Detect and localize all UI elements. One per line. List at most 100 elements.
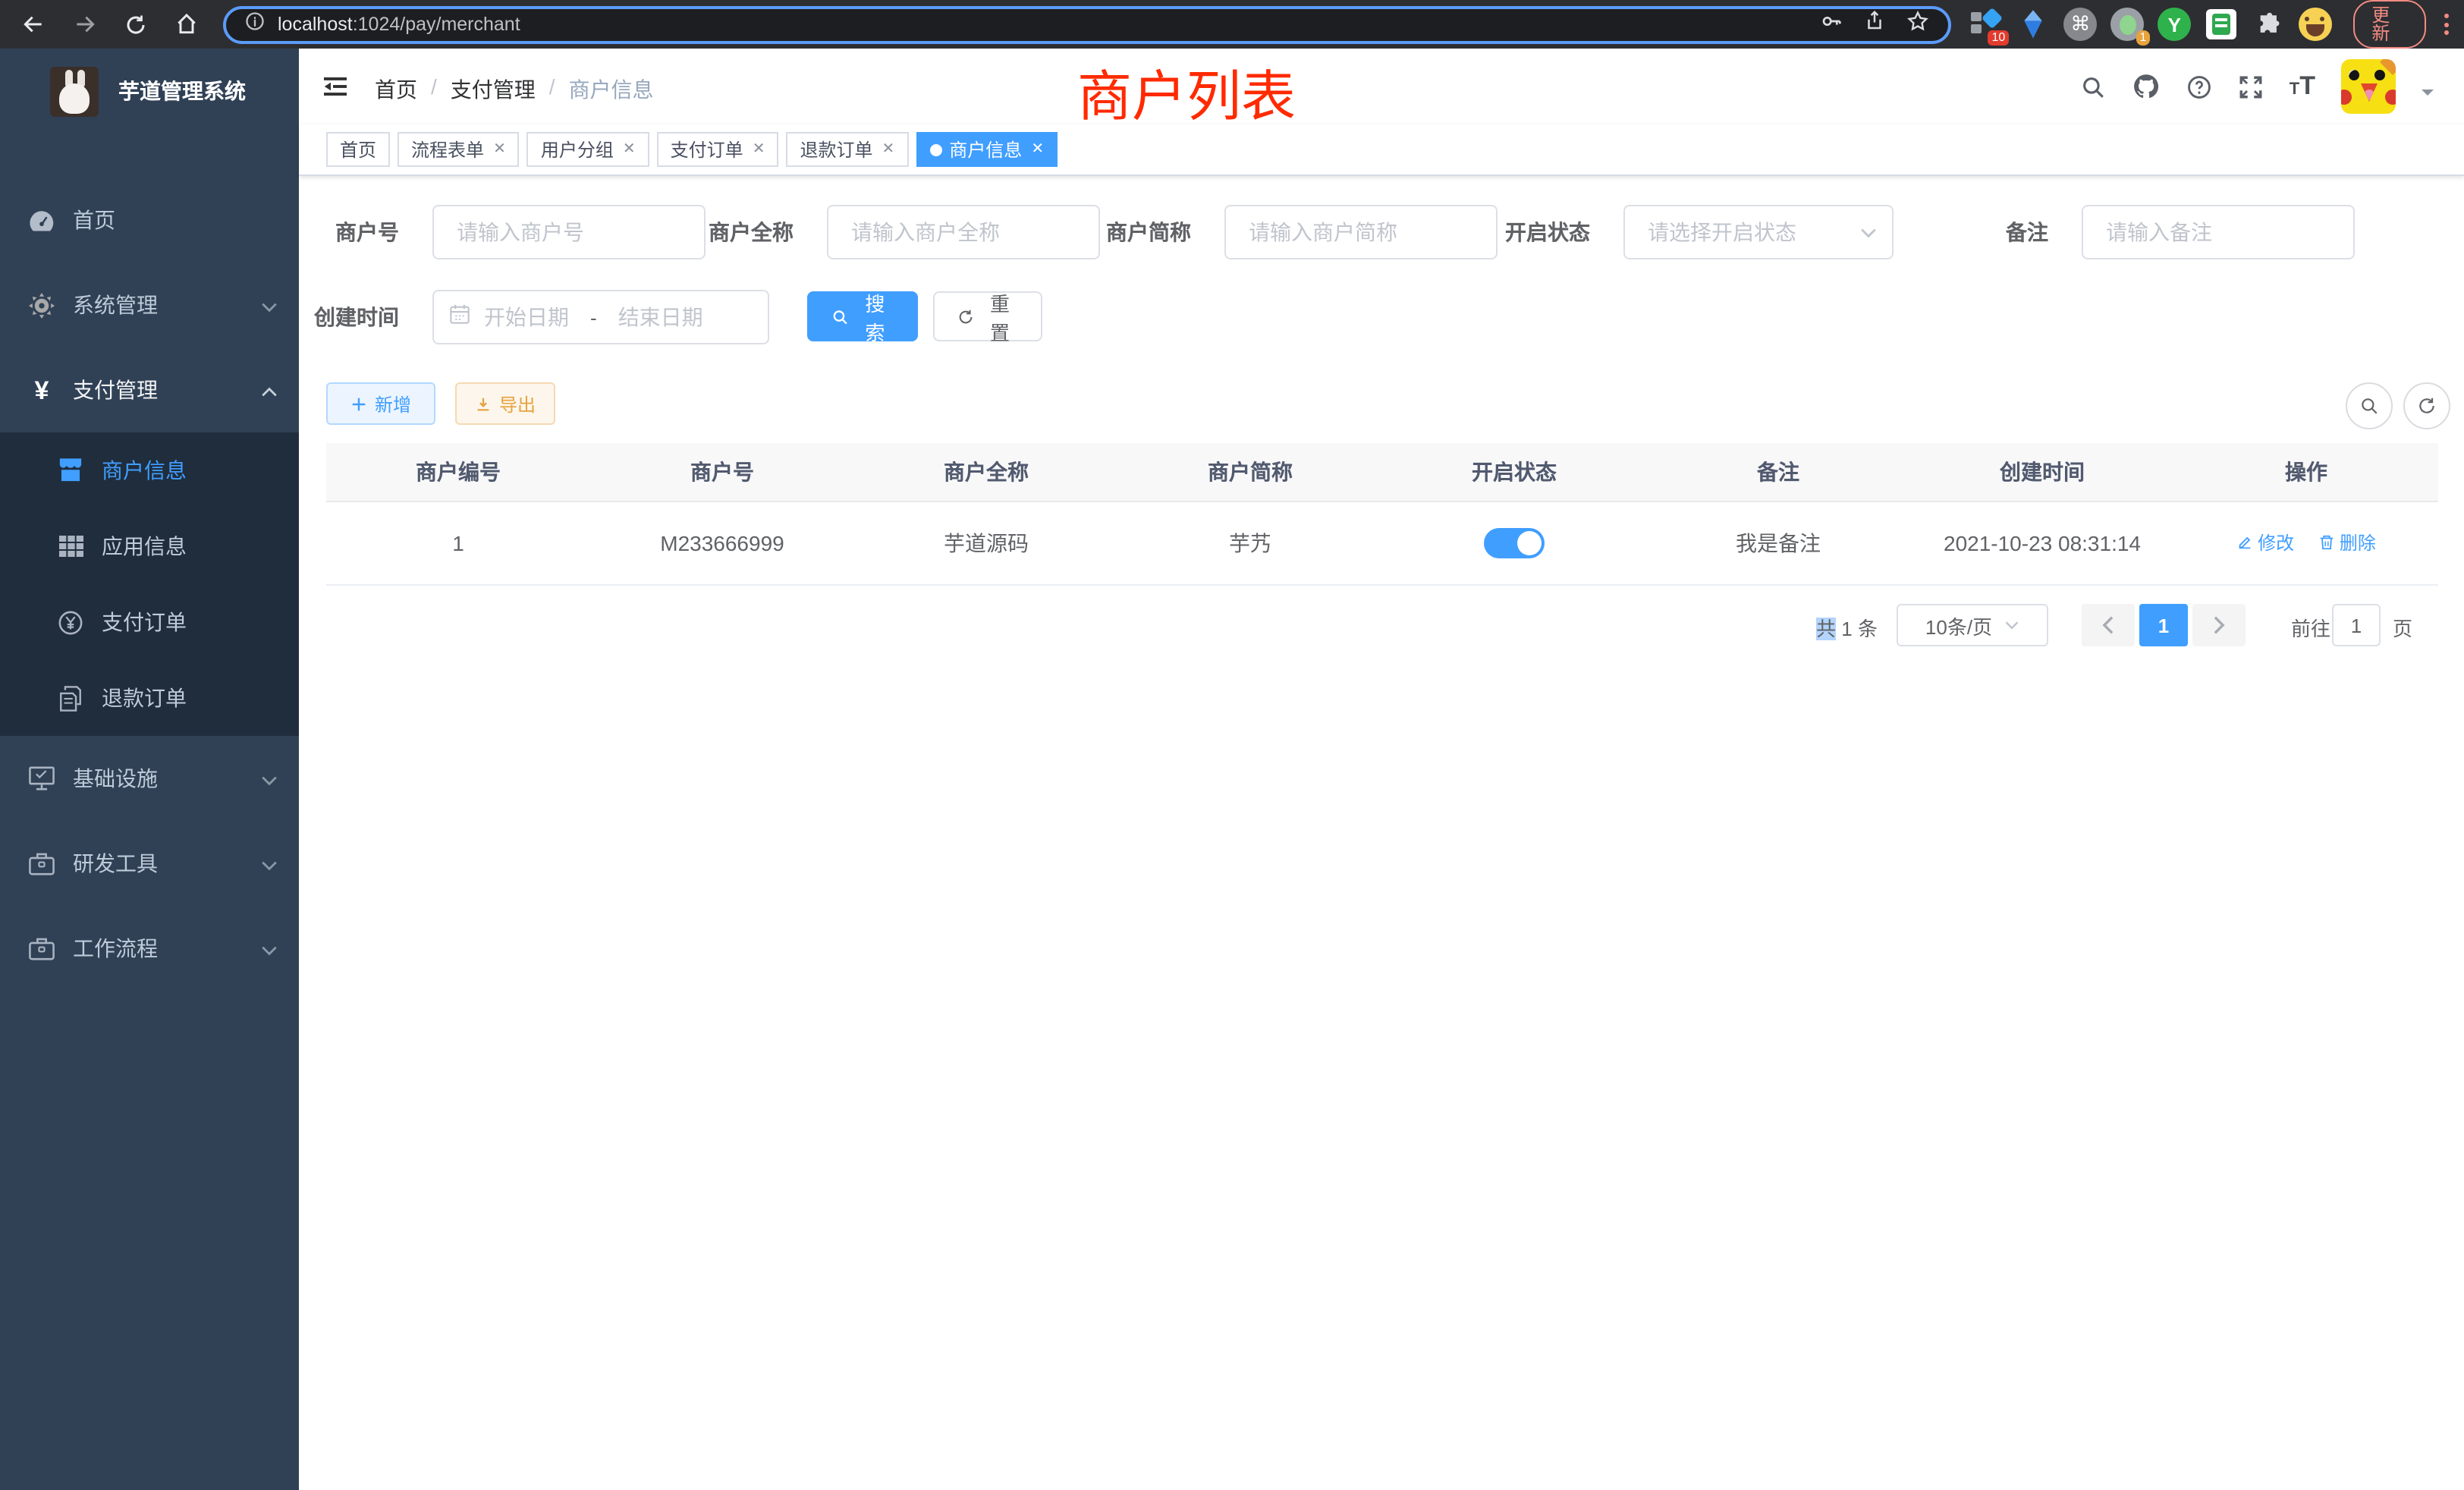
sidebar-menu: 首页 系统管理 ¥ 支付管理 [0, 178, 299, 991]
tab-home[interactable]: 首页 [326, 132, 390, 167]
prev-page-button[interactable] [2082, 604, 2135, 646]
extension-badge: 1 [2136, 30, 2150, 46]
extension-command-icon[interactable]: ⌘ [2063, 8, 2097, 41]
sidebar-item-merchant-info[interactable]: 商户信息 [0, 432, 299, 508]
password-key-icon[interactable] [1819, 8, 1843, 40]
active-dot [929, 143, 941, 156]
site-info-icon[interactable] [244, 10, 266, 39]
address-bar[interactable]: localhost:1024/pay/merchant [223, 5, 1951, 43]
sidebar-item-pay-order[interactable]: 支付订单 [0, 584, 299, 660]
merchant-short-input[interactable] [1224, 205, 1498, 259]
tab-user-group[interactable]: 用户分组✕ [527, 132, 649, 167]
table-header-row: 商户编号 商户号 商户全称 商户简称 开启状态 备注 创建时间 操作 [326, 443, 2438, 501]
cell-merchant-short: 芋艿 [1118, 501, 1382, 584]
filter-merchant-short: 商户简称 [1103, 205, 1498, 259]
close-icon[interactable]: ✕ [493, 141, 506, 158]
tab-refund-order[interactable]: 退款订单✕ [786, 132, 908, 167]
dashboard-icon [29, 209, 55, 231]
avatar-caret-icon[interactable] [2422, 90, 2434, 102]
browser-toolbar: localhost:1024/pay/merchant 10 ⌘ 1 Y [0, 0, 2464, 49]
extension-blob-icon[interactable]: 1 [2110, 8, 2144, 41]
reload-icon[interactable] [124, 13, 147, 36]
browser-menu-icon[interactable] [2444, 14, 2449, 35]
breadcrumb-pay[interactable]: 支付管理 [451, 74, 536, 105]
col-status: 开启状态 [1382, 443, 1646, 501]
chevron-down-icon [261, 936, 278, 960]
col-remark: 备注 [1646, 443, 1910, 501]
col-merchant-short: 商户简称 [1118, 443, 1382, 501]
col-create-time: 创建时间 [1910, 443, 2174, 501]
extension-y-icon[interactable]: Y [2158, 8, 2191, 41]
merchant-no-input[interactable] [432, 205, 706, 259]
pay-submenu: 商户信息 应用信息 支付订单 [0, 432, 299, 736]
bookmark-star-icon[interactable] [1906, 8, 1930, 40]
breadcrumb-current: 商户信息 [569, 74, 654, 105]
status-toggle[interactable] [1484, 527, 1545, 558]
page-size-select[interactable]: 10条/页 [1897, 604, 2048, 646]
search-button[interactable]: 搜索 [807, 291, 918, 341]
delete-link[interactable]: 删除 [2318, 530, 2376, 555]
status-select[interactable]: 请选择开启状态 [1623, 205, 1894, 259]
sidebar-item-dev-tools[interactable]: 研发工具 [0, 821, 299, 906]
edit-link[interactable]: 修改 [2236, 530, 2294, 555]
tab-merchant-info[interactable]: 商户信息✕ [916, 132, 1058, 167]
sidebar-item-system[interactable]: 系统管理 [0, 262, 299, 347]
tab-process-form[interactable]: 流程表单✕ [398, 132, 520, 167]
share-icon[interactable] [1863, 9, 1886, 39]
sidebar-item-app-info[interactable]: 应用信息 [0, 508, 299, 584]
sidebar-item-refund-order[interactable]: 退款订单 [0, 660, 299, 736]
yen-icon: ¥ [29, 377, 55, 403]
breadcrumb-home[interactable]: 首页 [375, 74, 417, 105]
date-range-picker[interactable]: 开始日期 - 结束日期 [432, 290, 769, 344]
refresh-table-button[interactable] [2403, 382, 2450, 429]
sidebar-item-workflow[interactable]: 工作流程 [0, 906, 299, 991]
remark-input[interactable] [2082, 205, 2355, 259]
home-icon[interactable] [174, 12, 199, 36]
filter-merchant-no: 商户号 [314, 205, 706, 259]
sidebar-item-home[interactable]: 首页 [0, 178, 299, 262]
user-avatar[interactable] [2341, 59, 2396, 114]
export-button[interactable]: 导出 [455, 382, 555, 425]
chevron-up-icon [261, 378, 278, 402]
browser-update-button[interactable]: 更新 [2353, 0, 2426, 49]
sidebar-item-infra[interactable]: 基础设施 [0, 736, 299, 821]
filter-merchant-name: 商户全称 [706, 205, 1100, 259]
close-icon[interactable]: ✕ [623, 141, 636, 158]
next-page-button[interactable] [2192, 604, 2246, 646]
extensions-puzzle-icon[interactable] [2252, 8, 2285, 41]
cell-merchant-no: M233666999 [590, 501, 854, 584]
add-button[interactable]: 新增 [326, 382, 435, 425]
fullscreen-icon[interactable] [2238, 74, 2264, 99]
sidebar: 芋道管理系统 首页 系统管理 ¥ 支付管 [0, 49, 299, 1490]
close-icon[interactable]: ✕ [1031, 141, 1044, 158]
page-number-1[interactable]: 1 [2139, 604, 2188, 646]
extension-kite-icon[interactable] [2016, 8, 2050, 41]
col-merchant-no: 商户号 [590, 443, 854, 501]
reset-button[interactable]: 重置 [933, 291, 1042, 341]
browser-profile-avatar[interactable] [2299, 8, 2332, 41]
tab-pay-order[interactable]: 支付订单✕ [657, 132, 779, 167]
app-logo[interactable]: 芋道管理系统 [0, 49, 299, 134]
extension-badge: 10 [1988, 30, 2010, 46]
close-icon[interactable]: ✕ [882, 141, 895, 158]
font-size-icon[interactable]: TT [2290, 71, 2315, 102]
forward-icon[interactable] [73, 12, 97, 36]
goto-page-input[interactable] [2332, 604, 2381, 646]
close-icon[interactable]: ✕ [753, 141, 765, 158]
yen-circle-icon [58, 609, 83, 635]
extension-doc-icon[interactable] [2205, 8, 2238, 41]
app-window: 芋道管理系统 首页 系统管理 ¥ 支付管 [0, 49, 2464, 1490]
show-search-toggle-button[interactable] [2346, 382, 2393, 429]
search-icon[interactable] [2080, 74, 2106, 99]
cell-merchant-name: 芋道源码 [854, 501, 1118, 584]
sidebar-item-pay[interactable]: ¥ 支付管理 [0, 347, 299, 432]
chevron-down-icon [1860, 218, 1877, 246]
collapse-sidebar-icon[interactable] [322, 73, 349, 108]
help-icon[interactable] [2186, 74, 2212, 99]
merchant-name-input[interactable] [827, 205, 1100, 259]
extension-diamond-icon[interactable]: 10 [1969, 8, 2003, 41]
workflow-icon [29, 936, 55, 960]
github-icon[interactable] [2132, 73, 2161, 100]
chevron-down-icon [261, 293, 278, 317]
back-icon[interactable] [21, 12, 46, 36]
